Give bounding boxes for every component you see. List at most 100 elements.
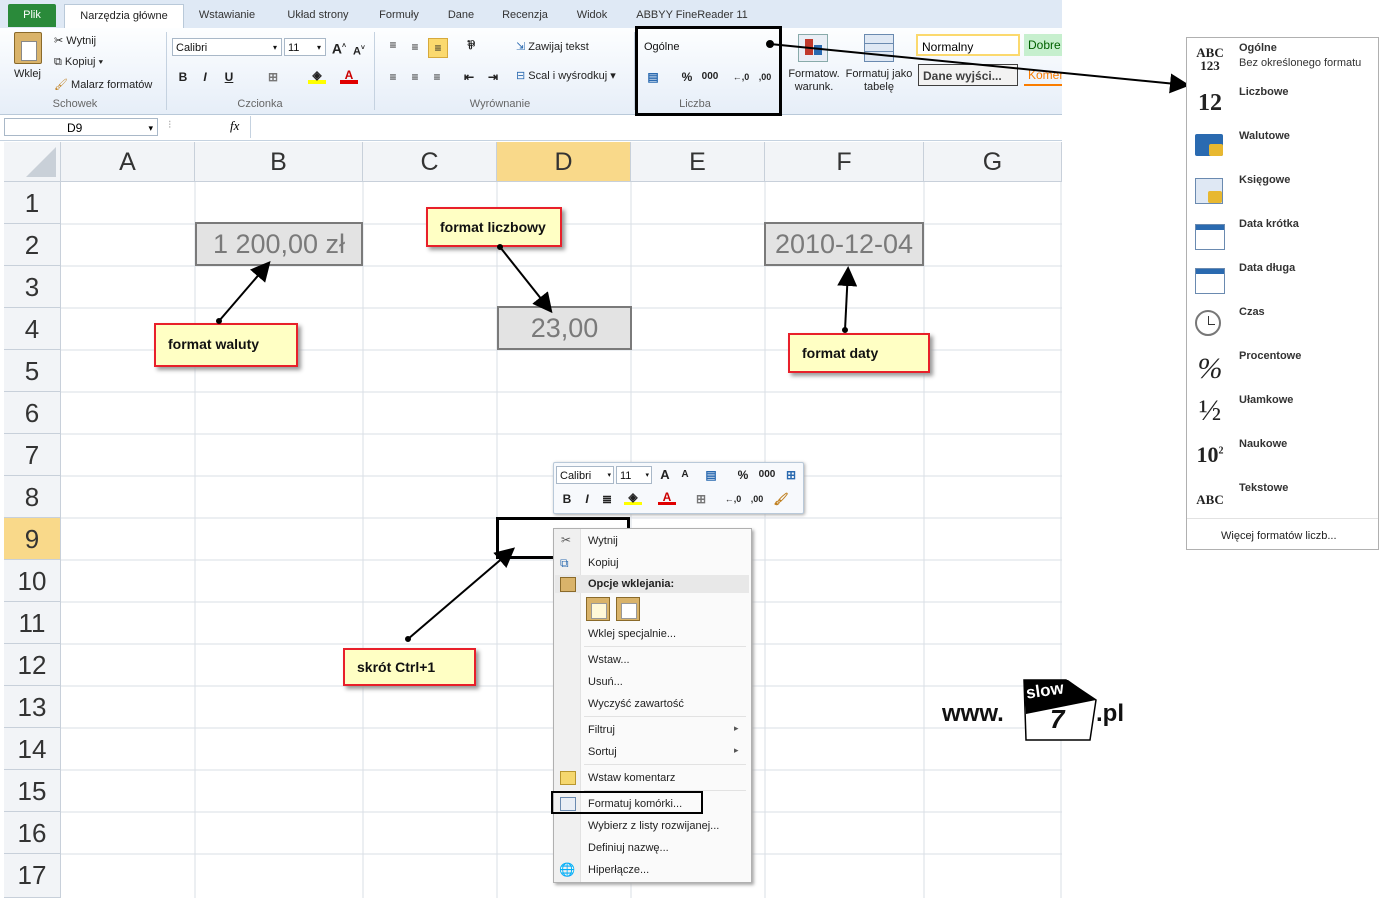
insert-function-button[interactable]: fx [230,118,239,134]
cell-d4[interactable]: 23,00 [497,306,632,350]
mini-decrease-decimal-icon[interactable]: ,00 [748,490,766,508]
format-item-number[interactable]: Liczbowe [1239,86,1289,98]
more-number-formats-link[interactable]: Więcej formatów liczb... [1221,530,1337,542]
tab-file[interactable]: Plik [8,4,56,27]
orientation-icon[interactable]: ⅌ [462,36,480,54]
mini-accounting-icon[interactable]: ▤ [702,466,720,484]
row-header-4[interactable]: 4 [4,308,61,350]
mini-align-icon[interactable]: ≣ [598,490,616,508]
tab-abbyy[interactable]: ABBYY FineReader 11 [628,4,756,27]
borders-icon[interactable]: ⊞ [264,68,282,86]
merge-center-button[interactable]: ⊟ Scal i wyśrodkuj ▾ [516,69,616,82]
style-good[interactable]: Dobre [1024,34,1062,56]
row-header-2[interactable]: 2 [4,224,61,266]
align-left-icon[interactable]: ≡ [384,68,402,86]
menu-item-delete[interactable]: Usuń... [588,676,623,688]
row-header-12[interactable]: 12 [4,644,61,686]
style-normal[interactable]: Normalny [916,34,1020,56]
increase-indent-icon[interactable]: ⇥ [484,68,502,86]
mini-comma-button[interactable]: 000 [756,466,778,484]
tab-home[interactable]: Narzędzia główne [64,4,184,28]
mini-font-color-icon[interactable]: A [658,488,676,505]
bold-button[interactable]: B [174,68,192,86]
font-size-combo[interactable]: 11 ▾ [284,38,326,56]
name-box[interactable]: D9 ▾ [4,118,158,136]
font-color-icon[interactable]: A [340,66,358,84]
align-middle-icon[interactable]: ≡ [406,38,424,56]
decrease-indent-icon[interactable]: ⇤ [460,68,478,86]
menu-item-copy[interactable]: Kopiuj [588,557,619,569]
mini-shrink-font-icon[interactable]: A [676,466,694,484]
mini-bold-icon[interactable]: B [558,490,576,508]
mini-increase-decimal-icon[interactable]: ←,0 [724,490,742,508]
column-header-f[interactable]: F [765,142,924,182]
paste-option-values-icon[interactable] [616,597,640,621]
menu-item-insert[interactable]: Wstaw... [588,654,630,666]
format-item-fraction[interactable]: Ułamkowe [1239,394,1293,406]
mini-borders-icon[interactable]: ⊞ [692,490,710,508]
shrink-font-icon[interactable]: A˅ [350,40,368,58]
font-name-combo[interactable]: Calibri ▾ [172,38,282,56]
row-header-11[interactable]: 11 [4,602,61,644]
format-as-table-icon[interactable] [864,34,894,62]
format-as-table-button[interactable]: Formatuj jako tabelę [844,68,914,94]
select-all-corner[interactable] [4,142,61,182]
menu-item-define-name[interactable]: Definiuj nazwę... [588,842,669,854]
menu-item-clear[interactable]: Wyczyść zawartość [588,698,684,710]
row-header-9[interactable]: 9 [4,518,61,560]
column-header-a[interactable]: A [61,142,195,182]
mini-italic-icon[interactable]: I [578,490,596,508]
column-header-g[interactable]: G [924,142,1062,182]
row-header-16[interactable]: 16 [4,812,61,854]
mini-format-table-icon[interactable]: ⊞ [782,466,800,484]
format-item-short-date[interactable]: Data krótka [1239,218,1299,230]
format-item-percent[interactable]: Procentowe [1239,350,1301,362]
paste-button[interactable]: Wklej [14,68,41,80]
row-header-1[interactable]: 1 [4,182,61,224]
paste-icon[interactable] [14,32,42,64]
wrap-text-button[interactable]: ⇲ Zawijaj tekst [516,40,589,53]
mini-font-combo[interactable]: Calibri ▾ [556,466,614,484]
formula-input[interactable] [250,116,1063,138]
menu-item-cut[interactable]: Wytnij [588,535,618,547]
underline-button[interactable]: U [220,68,238,86]
mini-percent-button[interactable]: % [734,466,752,484]
row-header-17[interactable]: 17 [4,854,61,898]
format-item-time[interactable]: Czas [1239,306,1265,318]
tab-view[interactable]: Widok [562,4,622,27]
format-painter-button[interactable]: 🖌 Malarz formatów [54,78,152,91]
column-header-b[interactable]: B [195,142,363,182]
tab-data[interactable]: Dane [436,4,486,27]
mini-grow-font-icon[interactable]: A [656,466,674,484]
menu-item-insert-comment[interactable]: Wstaw komentarz [588,772,675,784]
align-top-icon[interactable]: ≡ [384,36,402,54]
row-header-6[interactable]: 6 [4,392,61,434]
mini-size-combo[interactable]: 11 ▾ [616,466,652,484]
mini-format-painter-icon[interactable]: 🖌 [772,490,790,508]
format-item-text[interactable]: Tekstowe [1239,482,1288,494]
style-output[interactable]: Dane wyjści... [918,64,1018,86]
row-header-15[interactable]: 15 [4,770,61,812]
fill-color-icon[interactable]: ◈ [308,66,326,84]
row-header-14[interactable]: 14 [4,728,61,770]
paste-option-keep-icon[interactable] [586,597,610,621]
cell-f2[interactable]: 2010-12-04 [764,222,924,266]
row-header-5[interactable]: 5 [4,350,61,392]
column-header-e[interactable]: E [631,142,765,182]
format-item-accounting[interactable]: Księgowe [1239,174,1290,186]
grow-font-icon[interactable]: A˄ [330,38,348,57]
menu-item-paste-special[interactable]: Wklej specjalnie... [588,628,676,640]
column-header-d[interactable]: D [497,142,631,182]
tab-page-layout[interactable]: Układ strony [276,4,360,27]
row-header-7[interactable]: 7 [4,434,61,476]
tab-formulas[interactable]: Formuły [368,4,430,27]
menu-item-filter[interactable]: Filtruj [588,724,615,736]
copy-button[interactable]: ⧉ Kopiuj ▾ [54,56,103,69]
align-bottom-icon[interactable]: ≡ [428,38,448,58]
menu-item-pick-list[interactable]: Wybierz z listy rozwijanej... [588,820,719,832]
format-item-scientific[interactable]: Naukowe [1239,438,1287,450]
tab-insert[interactable]: Wstawianie [188,4,266,27]
format-item-long-date[interactable]: Data długa [1239,262,1295,274]
cell-b2[interactable]: 1 200,00 zł [195,222,363,266]
row-header-13[interactable]: 13 [4,686,61,728]
